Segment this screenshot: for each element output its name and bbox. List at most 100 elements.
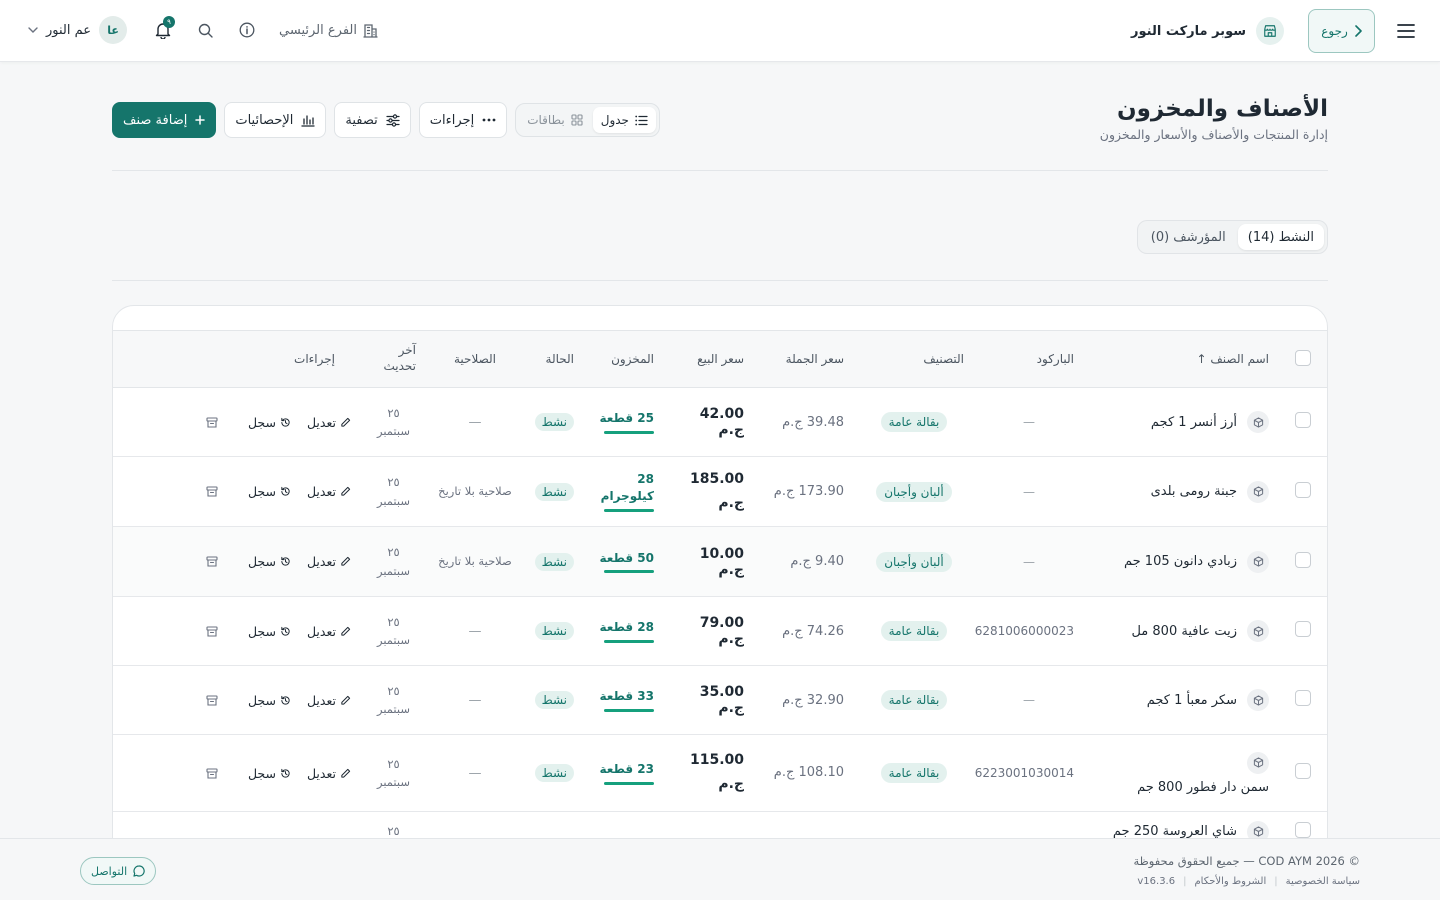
- column-expiry[interactable]: الصلاحية: [426, 331, 524, 388]
- archive-icon[interactable]: [206, 767, 218, 779]
- item-name[interactable]: جبنة رومى بلدى: [1151, 484, 1237, 499]
- contact-button[interactable]: التواصل: [80, 857, 157, 885]
- actions-button[interactable]: إجراءات: [418, 102, 508, 138]
- search-button[interactable]: [191, 16, 219, 44]
- store-icon: [1256, 17, 1284, 45]
- row-checkbox[interactable]: [1295, 412, 1311, 428]
- item-name[interactable]: سكر معبأ 1 كجم: [1147, 693, 1237, 708]
- edit-label: تعديل: [306, 484, 336, 499]
- archive-icon[interactable]: [206, 416, 218, 428]
- item-name[interactable]: سمن دار فطور 800 جم: [1137, 780, 1269, 795]
- column-stock[interactable]: المخزون: [584, 331, 664, 388]
- item-updated: ٢٥ سبتمبر: [376, 405, 411, 438]
- edit-button[interactable]: تعديل: [307, 484, 351, 499]
- item-expiry: صلاحية بلا تاريخ: [438, 484, 512, 499]
- item-name[interactable]: أرز أنسر 1 كجم: [1151, 415, 1237, 430]
- sale-price: 42.00 ج.م: [699, 406, 744, 438]
- store-name: سوبر ماركت النور: [1131, 23, 1246, 39]
- history-button[interactable]: سجل: [248, 624, 291, 639]
- filter-button[interactable]: تصفية: [334, 102, 411, 138]
- edit-button[interactable]: تعديل: [307, 415, 351, 430]
- archive-icon[interactable]: [206, 556, 218, 567]
- row-checkbox[interactable]: [1295, 821, 1311, 838]
- table-row[interactable]: زبادي دانون 105 جم — ألبان وأجبان 9.40 ج…: [113, 526, 1327, 597]
- column-updated[interactable]: آخر تحديث: [361, 331, 426, 388]
- select-all-checkbox[interactable]: [1295, 349, 1311, 366]
- statistics-button[interactable]: الإحصائيات: [224, 102, 327, 138]
- item-name-cell: سكر معبأ 1 كجم: [1094, 689, 1269, 711]
- archive-icon[interactable]: [206, 694, 218, 706]
- branch-selector[interactable]: الفرع الرئيسي: [279, 23, 378, 38]
- tab-archived[interactable]: المؤرشف (0): [1141, 224, 1236, 250]
- row-checkbox[interactable]: [1295, 551, 1311, 568]
- row-actions: تعديل سجل: [123, 693, 351, 708]
- back-button[interactable]: رجوع: [1308, 9, 1375, 53]
- category-badge: بقالة عامة: [880, 621, 948, 641]
- status-badge: نشط: [534, 482, 574, 501]
- history-icon: [281, 695, 290, 705]
- wholesale-price: 74.26 ج.م: [782, 623, 844, 639]
- table-row[interactable]: زيت عافية 800 مل 6281006000023 بقالة عام…: [113, 597, 1327, 666]
- table-row[interactable]: سكر معبأ 1 كجم — بقالة عامة 32.90 ج.م 35…: [113, 666, 1327, 735]
- row-actions: تعديل سجل: [123, 624, 351, 639]
- category-badge: ألبان وأجبان: [876, 481, 952, 502]
- history-button[interactable]: سجل: [248, 554, 291, 569]
- sale-price: 185.00 ج.م: [689, 470, 744, 511]
- wholesale-price: 173.90 ج.م: [773, 483, 844, 499]
- items-table: اسم الصنف ↑ الباركود التصنيف سعر الجملة …: [113, 330, 1327, 852]
- edit-button[interactable]: تعديل: [307, 766, 351, 781]
- stock-quantity: 28 كيلوجرام: [600, 472, 654, 503]
- table-row[interactable]: جبنة رومى بلدى — ألبان وأجبان 173.90 ج.م…: [113, 457, 1327, 527]
- stock-quantity: 33 قطعة: [599, 689, 654, 704]
- item-name[interactable]: زيت عافية 800 مل: [1131, 624, 1237, 639]
- stock-level-bar: [604, 781, 654, 785]
- column-status[interactable]: الحالة: [524, 331, 584, 388]
- history-label: سجل: [247, 623, 276, 639]
- notifications-button[interactable]: ٩: [149, 16, 177, 44]
- view-cards-option[interactable]: بطاقات: [519, 107, 591, 133]
- privacy-link[interactable]: سياسة الخصوصية: [1286, 876, 1360, 887]
- column-barcode[interactable]: الباركود: [974, 331, 1084, 388]
- history-button[interactable]: سجل: [248, 484, 291, 499]
- history-icon: [281, 768, 290, 778]
- item-name[interactable]: زبادي دانون 105 جم: [1124, 554, 1237, 569]
- archive-icon[interactable]: [206, 625, 218, 637]
- edit-label: تعديل: [306, 765, 336, 781]
- sale-price: 115.00 ج.م: [689, 752, 744, 792]
- row-checkbox[interactable]: [1295, 621, 1311, 637]
- column-wholesale[interactable]: سعر الجملة: [754, 331, 854, 388]
- user-menu[interactable]: عم النور عا: [28, 16, 128, 44]
- info-button[interactable]: [233, 16, 261, 44]
- edit-button[interactable]: تعديل: [307, 554, 351, 569]
- table-header-row: اسم الصنف ↑ الباركود التصنيف سعر الجملة …: [113, 330, 1327, 388]
- category-badge: بقالة عامة: [880, 690, 948, 710]
- item-name[interactable]: شاي العروسة 250 جم: [1113, 824, 1237, 839]
- table-row[interactable]: أرز أنسر 1 كجم — بقالة عامة 39.48 ج.م 42…: [113, 388, 1327, 457]
- package-icon: [1247, 689, 1269, 711]
- menu-icon[interactable]: [1394, 19, 1418, 43]
- row-checkbox[interactable]: [1295, 481, 1311, 498]
- contact-label: التواصل: [91, 864, 128, 878]
- tab-active[interactable]: النشط (14): [1237, 224, 1324, 250]
- history-label: سجل: [247, 765, 276, 781]
- column-sale[interactable]: سعر البيع: [664, 331, 754, 388]
- edit-button[interactable]: تعديل: [307, 624, 351, 639]
- row-checkbox[interactable]: [1295, 690, 1311, 706]
- status-badge: نشط: [534, 622, 574, 640]
- view-table-option[interactable]: جدول: [592, 107, 656, 133]
- footer-links: سياسة الخصوصية | الشروط والأحكام | v16.3…: [1137, 876, 1360, 887]
- history-button[interactable]: سجل: [248, 693, 291, 708]
- terms-link[interactable]: الشروط والأحكام: [1194, 876, 1266, 887]
- column-name[interactable]: اسم الصنف ↑: [1084, 331, 1279, 388]
- column-category[interactable]: التصنيف: [854, 331, 974, 388]
- add-item-button[interactable]: إضافة صنف: [112, 102, 217, 138]
- history-button[interactable]: سجل: [248, 415, 291, 430]
- history-button[interactable]: سجل: [248, 766, 291, 781]
- item-updated: ٢٥ سبتمبر: [376, 683, 411, 716]
- sale-price: 10.00 ج.م: [699, 545, 744, 578]
- row-checkbox[interactable]: [1295, 763, 1311, 779]
- archive-icon[interactable]: [206, 486, 218, 497]
- table-row[interactable]: سمن دار فطور 800 جم 6223001030014 بقالة …: [113, 735, 1327, 812]
- edit-button[interactable]: تعديل: [307, 693, 351, 708]
- version-label: v16.3.6: [1137, 876, 1176, 887]
